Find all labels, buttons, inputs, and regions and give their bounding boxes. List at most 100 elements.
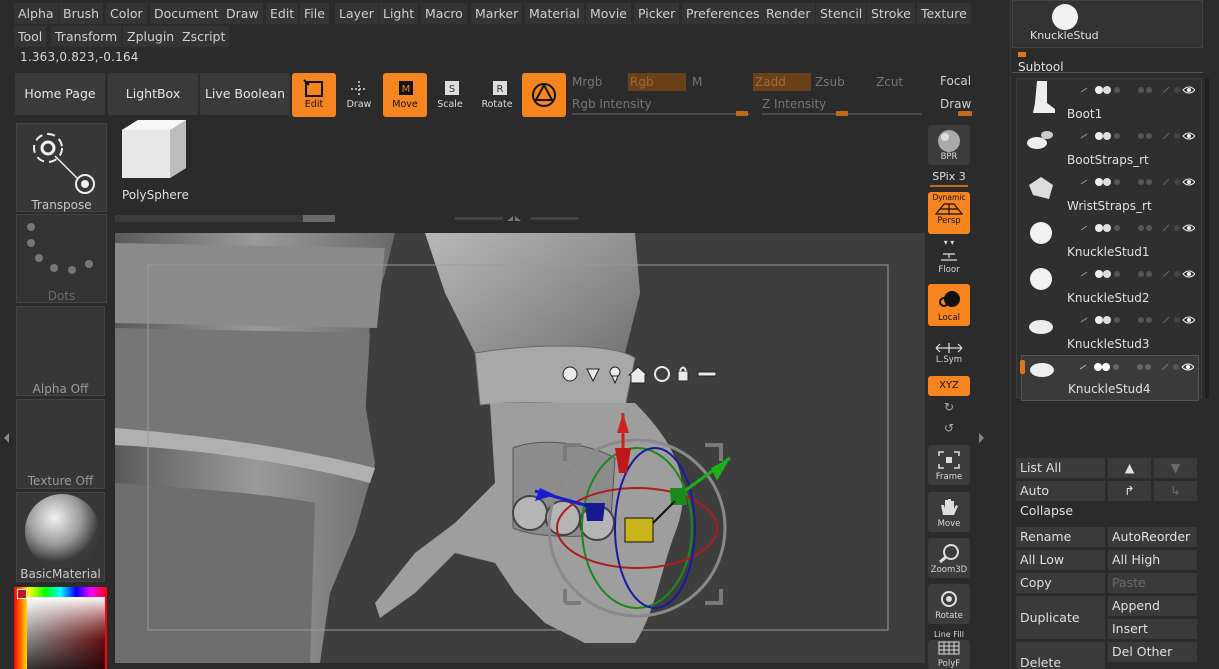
tool-scrollbar-thumb[interactable] xyxy=(303,215,335,222)
bpr-button[interactable]: BPR xyxy=(928,125,970,165)
all-high-button[interactable]: All High xyxy=(1108,550,1197,570)
focal-shift-label[interactable]: Focal S xyxy=(940,74,974,88)
zsub-toggle[interactable]: Zsub xyxy=(815,75,845,89)
subtool-row-knucklestud3[interactable]: KnuckleStud3 xyxy=(1021,309,1199,355)
delete-button[interactable]: Delete xyxy=(1016,642,1105,669)
primary-color-swatch[interactable] xyxy=(17,589,27,599)
home-page-button[interactable]: Home Page xyxy=(15,73,105,115)
transpose-panel[interactable]: Transpose xyxy=(16,123,107,212)
rgb-toggle[interactable]: Rgb xyxy=(628,73,686,91)
menu-material[interactable]: Material xyxy=(525,3,584,24)
paste-button[interactable]: Paste xyxy=(1108,573,1197,593)
menu-movie[interactable]: Movie xyxy=(586,3,631,24)
lsym-button[interactable]: L.Sym xyxy=(928,338,970,368)
insert-button[interactable]: Insert xyxy=(1108,619,1197,639)
floor-button[interactable]: Floor xyxy=(928,248,970,278)
duplicate-button[interactable]: Duplicate xyxy=(1016,596,1105,639)
scale-mode-button[interactable]: S Scale xyxy=(428,73,472,117)
menu-alpha[interactable]: Alpha xyxy=(14,3,58,24)
subtool-row-icons[interactable] xyxy=(1079,173,1196,188)
menu-edit[interactable]: Edit xyxy=(266,3,299,24)
stroke-dots-panel[interactable]: Dots xyxy=(16,214,107,303)
spix-label[interactable]: SPix 3 xyxy=(928,170,970,183)
subtool-scrollbar[interactable] xyxy=(1205,78,1209,398)
polysphere-tool-thumb[interactable]: PolySphere xyxy=(114,116,194,206)
color-picker[interactable] xyxy=(14,587,107,669)
subtool-row-wriststraps[interactable]: WristStraps_rt xyxy=(1021,171,1199,217)
menu-color[interactable]: Color xyxy=(106,3,147,24)
rotate-view-button[interactable]: Rotate xyxy=(928,584,970,624)
auto-reorder-button[interactable]: AutoReorder xyxy=(1108,527,1197,547)
color-saturation-field[interactable] xyxy=(27,597,105,669)
visibility-icons[interactable] xyxy=(1078,361,1195,373)
subtool-row-icons[interactable] xyxy=(1079,127,1196,140)
menu-preferences[interactable]: Preferences xyxy=(682,3,764,24)
menu-stencil[interactable]: Stencil xyxy=(816,3,867,24)
menu-zplugin[interactable]: Zplugin xyxy=(123,26,179,47)
visibility-icons[interactable] xyxy=(1079,84,1196,96)
subtool-row-icons[interactable] xyxy=(1078,358,1195,373)
zadd-toggle[interactable]: Zadd xyxy=(753,73,811,91)
current-tool-thumb[interactable]: KnuckleStud xyxy=(1012,0,1203,48)
menu-stroke[interactable]: Stroke xyxy=(867,3,915,24)
rotate-mode-button[interactable]: R Rotate xyxy=(475,73,519,117)
alpha-panel[interactable]: Alpha Off xyxy=(16,306,105,396)
move-down-button[interactable]: ▼ xyxy=(1154,458,1197,478)
menu-picker[interactable]: Picker xyxy=(634,3,680,24)
menu-tool[interactable]: Tool xyxy=(14,26,47,47)
texture-panel[interactable]: Texture Off xyxy=(16,399,105,489)
subtool-row-icons[interactable] xyxy=(1079,265,1196,280)
zcut-toggle[interactable]: Zcut xyxy=(876,75,903,89)
subtool-scroll-marker[interactable] xyxy=(1020,360,1025,374)
list-all-button[interactable]: List All xyxy=(1016,458,1105,478)
menu-render[interactable]: Render xyxy=(762,3,815,24)
draw-mode-button[interactable]: Draw xyxy=(337,73,381,117)
subtool-row-bootstraps[interactable]: BootStraps_rt xyxy=(1021,125,1199,171)
frame-button[interactable]: Frame xyxy=(928,445,970,485)
menu-light[interactable]: Light xyxy=(379,3,419,24)
menu-layer[interactable]: Layer xyxy=(335,3,378,24)
menu-draw[interactable]: Draw xyxy=(222,3,263,24)
edit-mode-button[interactable]: Edit xyxy=(292,73,336,117)
left-tray-collapse-icon[interactable] xyxy=(4,433,9,443)
m-toggle[interactable]: M xyxy=(692,75,702,89)
rotate-y-icon[interactable]: ↻ xyxy=(928,400,970,414)
draw-size-label[interactable]: Draw xyxy=(940,97,971,111)
draw-size-knob[interactable] xyxy=(958,111,972,116)
top-tray-handle[interactable] xyxy=(455,207,579,221)
visibility-icons[interactable] xyxy=(1079,176,1196,188)
subtool-row-boot1[interactable]: Boot1 xyxy=(1021,79,1199,125)
subtool-row-icons[interactable] xyxy=(1079,219,1196,234)
menu-file[interactable]: File xyxy=(300,3,329,24)
right-tray-collapse-icon[interactable] xyxy=(979,433,984,443)
merge-down-button[interactable]: ↱ xyxy=(1108,481,1151,501)
move-mode-button[interactable]: M Move xyxy=(383,73,427,117)
rename-button[interactable]: Rename xyxy=(1016,527,1105,547)
subtool-list[interactable]: Boot1 BootStraps_rt WristStraps_rt Knuck… xyxy=(1016,78,1202,401)
local-button[interactable]: Local xyxy=(928,284,970,326)
rgb-intensity-slider[interactable] xyxy=(572,113,750,115)
lightbox-button[interactable]: LightBox xyxy=(108,73,198,115)
live-boolean-button[interactable]: Live Boolean xyxy=(200,73,290,115)
tool-scrollbar[interactable] xyxy=(115,215,335,222)
visibility-icons[interactable] xyxy=(1079,268,1196,280)
menu-zscript[interactable]: Zscript xyxy=(178,26,230,47)
move-up-button[interactable]: ▲ xyxy=(1108,458,1151,478)
subtool-row-icons[interactable] xyxy=(1079,81,1196,96)
canvas-viewport[interactable] xyxy=(115,233,925,663)
gizmo-toggle-button[interactable] xyxy=(522,73,566,117)
append-button[interactable]: Append xyxy=(1108,596,1197,616)
auto-collapse-button[interactable]: Auto Collapse xyxy=(1016,481,1105,518)
subtool-row-knucklestud1[interactable]: KnuckleStud1 xyxy=(1021,217,1199,263)
subtool-row-knucklestud4-selected[interactable]: KnuckleStud4 xyxy=(1021,355,1199,401)
menu-marker[interactable]: Marker xyxy=(471,3,523,24)
rgb-intensity-knob[interactable] xyxy=(736,111,748,116)
visibility-icons[interactable] xyxy=(1079,222,1196,234)
rotate-z-icon[interactable]: ↺ xyxy=(928,421,970,435)
persp-button[interactable]: Dynamic Persp xyxy=(928,192,970,234)
move-view-button[interactable]: Move xyxy=(928,492,970,532)
zoom3d-button[interactable]: Zoom3D xyxy=(928,538,970,578)
spix-slider[interactable] xyxy=(930,185,968,187)
z-intensity-knob[interactable] xyxy=(836,111,848,116)
copy-button[interactable]: Copy xyxy=(1016,573,1105,593)
